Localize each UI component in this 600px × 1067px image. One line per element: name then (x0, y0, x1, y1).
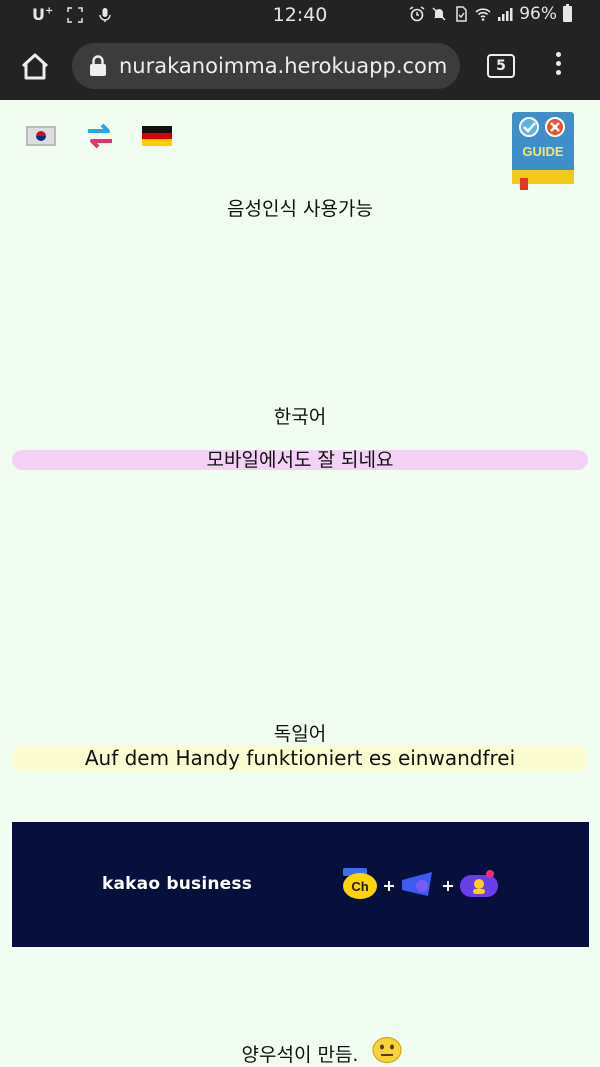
swap-languages-icon[interactable] (84, 122, 116, 150)
credit-line: 양우석이 만듬. (0, 1040, 600, 1067)
kakao-business-ad-banner[interactable]: kakao business Ch (12, 822, 589, 947)
guide-book-icon[interactable]: GUIDE (510, 110, 576, 192)
source-language-label: 한국어 (273, 406, 327, 428)
ad-service-icons: Ch (343, 868, 498, 899)
address-bar[interactable]: nurakanoimma.herokuapp.com (72, 43, 460, 89)
ad-ch-label: Ch (351, 879, 368, 894)
url-text[interactable]: nurakanoimma.herokuapp.com (119, 54, 459, 78)
lock-icon (90, 55, 106, 76)
guide-label: GUIDE (522, 144, 564, 159)
translated-text-box: Auf dem Handy funktioniert es einwandfre… (12, 745, 588, 771)
tab-switcher-button[interactable]: 5 (487, 54, 515, 78)
storage-icon (456, 6, 467, 22)
target-language-label: 독일어 (273, 723, 327, 745)
confused-face-icon (372, 1036, 402, 1064)
home-icon[interactable] (18, 50, 52, 84)
source-text-box[interactable]: 모바일에서도 잘 되네요 (12, 450, 588, 470)
wifi-icon (475, 8, 491, 21)
status-bar: U+ 12:40 96% (0, 0, 600, 32)
alarm-icon (409, 6, 425, 22)
battery-percent: 96% (519, 4, 557, 24)
speech-recognition-label: 음성인식 사용가능 (227, 198, 373, 220)
ad-brand-text: kakao business (102, 874, 253, 894)
signal-icon (498, 8, 513, 21)
credit-text: 양우석이 만듬. (241, 1044, 359, 1066)
browser-toolbar: nurakanoimma.herokuapp.com 5 (0, 32, 600, 100)
battery-icon (563, 4, 572, 22)
mute-icon (432, 7, 446, 21)
overflow-menu-icon[interactable] (551, 52, 565, 80)
korean-flag-icon[interactable] (26, 126, 56, 146)
german-flag-icon[interactable] (142, 126, 172, 146)
